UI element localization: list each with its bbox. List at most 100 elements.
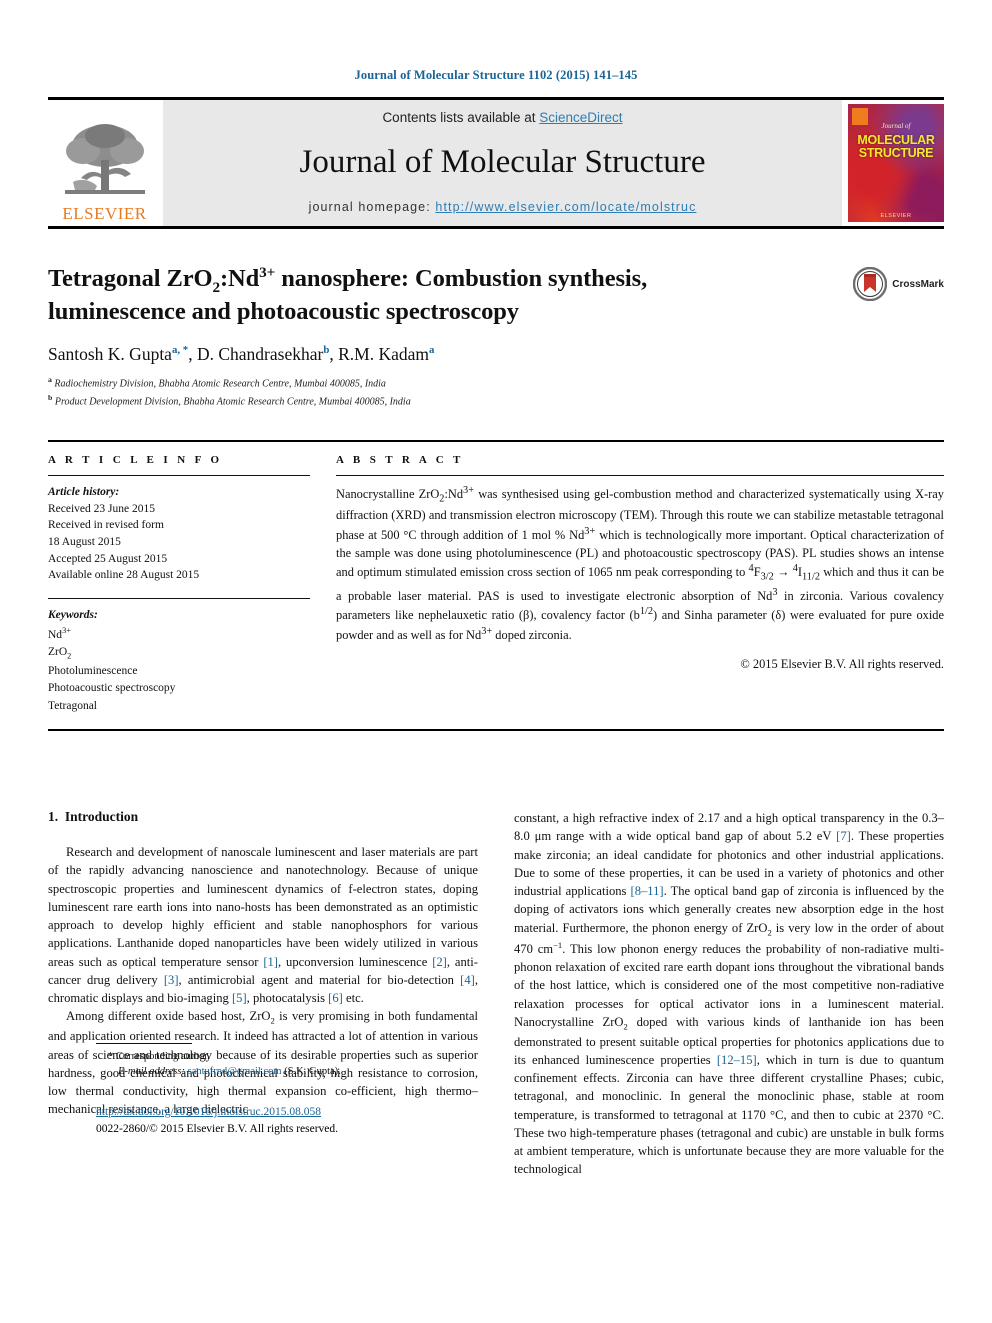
info-abstract-block: A R T I C L E I N F O Article history: R… xyxy=(48,440,944,715)
history-item: 18 August 2015 xyxy=(48,536,121,549)
doi-block: http://dx.doi.org/10.1016/j.molstruc.201… xyxy=(96,1104,526,1139)
abstract-rule xyxy=(336,475,944,477)
keyword-item: Tetragonal xyxy=(48,699,98,712)
affil-a-marker: a xyxy=(48,375,52,385)
citation-link[interactable]: [8–11] xyxy=(631,884,664,898)
citation-link[interactable]: [12–15] xyxy=(717,1053,757,1067)
journal-cover-art: Journal of MOLECULAR STRUCTURE ELSEVIER xyxy=(848,104,944,222)
abstract-column: A B S T R A C T Nanocrystalline ZrO2:Nd3… xyxy=(336,454,944,715)
corresponding-author-note: * Corresponding author. xyxy=(96,1049,526,1065)
affiliation-b: b Product Development Division, Bhabha A… xyxy=(48,392,944,410)
citation-link[interactable]: [2] xyxy=(432,955,447,969)
cover-title: MOLECULAR STRUCTURE xyxy=(852,134,940,160)
email-owner: (S.K. Gupta). xyxy=(284,1066,341,1078)
elsevier-logo: ELSEVIER xyxy=(48,100,161,226)
title-subscript: 2 xyxy=(212,279,220,297)
citation-link[interactable]: [1] xyxy=(263,955,278,969)
journal-cover-thumbnail[interactable]: Journal of MOLECULAR STRUCTURE ELSEVIER xyxy=(848,100,944,226)
keywords-list: Keywords: Nd3+ ZrO2 Photoluminescence Ph… xyxy=(48,607,310,715)
cover-kicker: Journal of xyxy=(881,122,911,130)
keyword-item: Photoacoustic spectroscopy xyxy=(48,682,176,695)
homepage-label: journal homepage: xyxy=(308,199,436,214)
section-heading-introduction: 1. Introduction xyxy=(48,809,478,825)
history-item: Received in revised form xyxy=(48,519,164,532)
sciencedirect-link[interactable]: ScienceDirect xyxy=(539,110,622,125)
elsevier-wordmark: ELSEVIER xyxy=(62,204,147,223)
author-1-affil-marker: a, * xyxy=(171,344,189,357)
affiliations: a Radiochemistry Division, Bhabha Atomic… xyxy=(48,374,944,410)
abstract-bottom-rule xyxy=(48,729,944,732)
keywords-rule xyxy=(48,598,310,600)
article-page: Journal of Molecular Structure 1102 (201… xyxy=(0,0,992,1323)
history-item: Received 23 June 2015 xyxy=(48,502,155,515)
cover-title-line1: MOLECULAR xyxy=(857,133,935,147)
author-list: Santosh K. Guptaa, *, D. Chandrasekharb,… xyxy=(48,344,944,365)
journal-homepage-link[interactable]: http://www.elsevier.com/locate/molstruc xyxy=(435,200,696,214)
history-item: Accepted 25 August 2015 xyxy=(48,552,168,565)
author-sep-1: , xyxy=(188,344,197,365)
abstract-copyright: © 2015 Elsevier B.V. All rights reserved… xyxy=(740,657,944,672)
abstract-heading: A B S T R A C T xyxy=(336,454,464,467)
article-info-column: A R T I C L E I N F O Article history: R… xyxy=(48,454,310,715)
contents-available-line: Contents lists available at ScienceDirec… xyxy=(382,110,622,125)
affiliation-b-text: Product Development Division, Bhabha Ato… xyxy=(54,396,411,408)
abstract-text: Nanocrystalline ZrO2:Nd3+ was synthesise… xyxy=(336,485,944,643)
journal-homepage-line: journal homepage: http://www.elsevier.co… xyxy=(309,200,697,214)
author-3: R.M. Kadam xyxy=(338,344,430,365)
history-item: Available online 28 August 2015 xyxy=(48,569,200,582)
section-number: 1. xyxy=(48,809,59,825)
title-part-1: Tetragonal ZrO xyxy=(48,265,213,293)
keywords-label: Keywords: xyxy=(48,609,98,622)
paragraph: constant, a high refractive index of 2.1… xyxy=(514,811,945,1177)
citation-link[interactable]: [6] xyxy=(328,991,343,1005)
journal-masthead: ELSEVIER Contents lists available at Sci… xyxy=(48,97,944,226)
article-info-heading: A R T I C L E I N F O xyxy=(48,454,223,467)
section-title-text: Introduction xyxy=(64,809,139,825)
keyword-item: Photoluminescence xyxy=(48,664,138,677)
article-history: Article history: Received 23 June 2015 R… xyxy=(48,484,310,584)
footnote-block: * Corresponding author. E-mail address: … xyxy=(96,1042,526,1139)
crossmark-icon xyxy=(853,267,888,301)
running-head: Journal of Molecular Structure 1102 (201… xyxy=(354,68,638,82)
article-history-label: Article history: xyxy=(48,486,120,499)
crossmark-badge[interactable]: CrossMark xyxy=(853,267,944,301)
author-3-affil-marker: a xyxy=(429,344,435,357)
masthead-bottom-rule xyxy=(48,226,944,229)
paragraph: Research and development of nanoscale lu… xyxy=(48,845,478,1006)
keyword-item: Nd3+ xyxy=(48,625,71,641)
journal-title: Journal of Molecular Structure xyxy=(299,144,706,181)
keyword-item: ZrO2 xyxy=(48,645,72,661)
masthead-center-band: Contents lists available at ScienceDirec… xyxy=(163,100,842,226)
title-block: CrossMark Tetragonal ZrO2:Nd3+ nanospher… xyxy=(48,263,944,410)
affiliation-a: a Radiochemistry Division, Bhabha Atomic… xyxy=(48,374,944,392)
page-title: Tetragonal ZrO2:Nd3+ nanosphere: Combust… xyxy=(48,263,788,328)
cover-title-line2: STRUCTURE xyxy=(858,145,934,160)
email-label: E-mail address: xyxy=(118,1066,185,1078)
issn-copyright-line: 0022-2860/© 2015 Elsevier B.V. All right… xyxy=(96,1123,339,1136)
email-link[interactable]: santufrnd@gmail.com xyxy=(188,1066,282,1077)
citation-link[interactable]: [7] xyxy=(836,829,851,843)
title-part-2: :Nd xyxy=(219,265,260,293)
author-2: D. Chandrasekhar xyxy=(196,344,324,365)
article-info-rule xyxy=(48,475,310,477)
corresponding-marker: * xyxy=(108,1050,114,1062)
author-sep-2: , xyxy=(329,344,339,365)
contents-prefix: Contents lists available at xyxy=(382,110,540,125)
email-note: E-mail address: santufrnd@gmail.com (S.K… xyxy=(96,1064,526,1080)
citation-link[interactable]: [4] xyxy=(460,973,475,987)
affil-b-marker: b xyxy=(48,393,53,403)
title-part-3: nanosphere: Combustion synthesis, xyxy=(275,265,648,293)
doi-link[interactable]: http://dx.doi.org/10.1016/j.molstruc.201… xyxy=(96,1106,321,1118)
body-column-right: constant, a high refractive index of 2.1… xyxy=(514,809,944,1179)
elsevier-tree-icon xyxy=(64,124,145,194)
title-superscript: 3+ xyxy=(259,264,276,281)
affiliation-a-text: Radiochemistry Division, Bhabha Atomic R… xyxy=(54,378,386,390)
corresponding-text: Corresponding author. xyxy=(115,1050,210,1062)
title-line-2: luminescence and photoacoustic spectrosc… xyxy=(48,298,519,326)
citation-link[interactable]: [3] xyxy=(164,973,179,987)
crossmark-label: CrossMark xyxy=(892,278,944,290)
author-1: Santosh K. Gupta xyxy=(48,344,172,365)
citation-link[interactable]: [5] xyxy=(232,991,247,1005)
cover-publisher: ELSEVIER xyxy=(880,213,912,219)
footnote-rule xyxy=(96,1042,192,1044)
